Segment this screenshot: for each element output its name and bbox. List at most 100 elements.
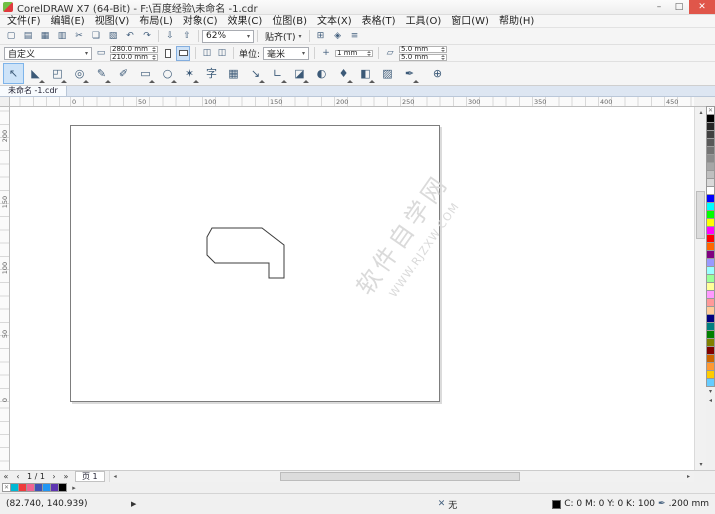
h-ruler-label: 150 <box>270 98 282 106</box>
snap-to-button[interactable]: 贴齐(T) ▾ <box>261 29 306 43</box>
spinner-icon[interactable] <box>152 55 156 60</box>
previous-page-button[interactable]: ‹ <box>12 471 24 483</box>
rectangle-tool[interactable]: ▭ <box>135 63 156 84</box>
application-launcher-icon[interactable]: ⊞ <box>313 29 329 44</box>
ellipse-tool[interactable]: ○ <box>157 63 178 84</box>
spinner-icon[interactable] <box>441 47 445 52</box>
menu-item-2[interactable]: 编辑(E) <box>46 15 90 28</box>
menu-item-6[interactable]: 效果(C) <box>223 15 268 28</box>
horizontal-ruler[interactable]: 050100150200250300350400450 <box>10 97 694 107</box>
spinner-icon[interactable] <box>152 47 156 52</box>
flyout-corner-icon <box>171 77 177 83</box>
options-icon[interactable]: ≡ <box>347 29 363 44</box>
zoom-tool[interactable]: ◎ <box>69 63 90 84</box>
expand-status-icon[interactable]: ▶ <box>131 500 136 508</box>
pick-tool[interactable]: ↖ <box>3 63 24 84</box>
color-swatch[interactable] <box>58 483 67 492</box>
save-icon[interactable]: ▦ <box>37 29 53 44</box>
import-icon[interactable]: ⇩ <box>162 29 178 44</box>
undo-icon[interactable]: ↶ <box>122 29 138 44</box>
copy-icon[interactable]: ❏ <box>88 29 104 44</box>
menu-item-3[interactable]: 视图(V) <box>90 15 135 28</box>
spinner-icon[interactable] <box>441 55 445 60</box>
horizontal-scrollbar[interactable]: ◂ ▸ <box>109 471 694 483</box>
paste-icon[interactable]: ▧ <box>105 29 121 44</box>
smart-fill-tool[interactable]: ▨ <box>377 63 398 84</box>
page-height-field[interactable]: 210.0 mm <box>110 54 158 61</box>
dimension-tool[interactable]: ↘ <box>245 63 266 84</box>
quick-customize-button[interactable]: ⊕ <box>427 63 448 84</box>
menu-item-1[interactable]: 文件(F) <box>2 15 46 28</box>
duplicate-y-field[interactable]: 5.0 mm <box>399 54 447 61</box>
new-document-icon[interactable]: ▢ <box>3 29 19 44</box>
units-combo[interactable]: 毫米 ▾ <box>263 47 309 60</box>
last-page-button[interactable]: » <box>60 471 72 483</box>
welcome-screen-icon[interactable]: ◈ <box>330 29 346 44</box>
connector-tool[interactable]: ∟ <box>267 63 288 84</box>
export-icon[interactable]: ⇧ <box>179 29 195 44</box>
shape-tool[interactable]: ◣ <box>25 63 46 84</box>
next-page-button[interactable]: › <box>48 471 60 483</box>
menu-item-5[interactable]: 对象(C) <box>178 15 223 28</box>
open-icon[interactable]: ▤ <box>20 29 36 44</box>
page-preset-combo[interactable]: 自定义 ▾ <box>4 47 92 60</box>
nudge-distance-field[interactable]: 1 mm <box>335 50 373 57</box>
artistic-media-tool[interactable]: ✐ <box>113 63 134 84</box>
page-tab[interactable]: 页 1 <box>75 471 105 482</box>
file-edit-icon-group: ▢▤▦▥✂❏▧↶↷ <box>3 29 155 44</box>
page-height-value: 210.0 mm <box>112 54 148 60</box>
crop-tool[interactable]: ◰ <box>47 63 68 84</box>
menu-item-4[interactable]: 布局(L) <box>134 15 177 28</box>
spinner-icon[interactable] <box>367 51 371 56</box>
first-page-button[interactable]: « <box>0 471 12 483</box>
horizontal-scrollbar-thumb[interactable] <box>280 472 520 481</box>
palette-expand-button[interactable]: ◂ <box>706 396 715 405</box>
transparency-tool[interactable]: ◐ <box>311 63 332 84</box>
chevron-down-icon: ▾ <box>299 33 302 40</box>
outline-pen-tool[interactable]: ✒ <box>399 63 420 84</box>
polygon-tool[interactable]: ✶ <box>179 63 200 84</box>
vertical-scrollbar-thumb[interactable] <box>696 191 705 239</box>
document-palette-scroll-button[interactable]: ▸ <box>69 484 79 492</box>
drawing-canvas[interactable]: 软件自学网 WWW.RJZXW.COM <box>10 107 694 470</box>
portrait-button[interactable] <box>161 46 175 61</box>
landscape-button[interactable] <box>176 46 190 61</box>
h-ruler-label: 450 <box>666 98 678 106</box>
scroll-right-button[interactable]: ▸ <box>683 471 694 483</box>
text-tool[interactable]: 字 <box>201 63 222 84</box>
page-width-field[interactable]: 280.0 mm <box>110 46 158 53</box>
maximize-button[interactable]: □ <box>669 0 689 14</box>
duplicate-x-field[interactable]: 5.0 mm <box>399 46 447 53</box>
all-pages-icon[interactable]: ◫ <box>201 48 213 58</box>
vertical-scrollbar[interactable]: ▴ ▾ <box>694 107 706 470</box>
interactive-fill-tool[interactable]: ◧ <box>355 63 376 84</box>
document-tab[interactable]: 未命名 -1.cdr <box>0 86 67 96</box>
ruler-origin-corner[interactable] <box>0 97 10 107</box>
freehand-tool[interactable]: ✎ <box>91 63 112 84</box>
drawn-shape[interactable] <box>207 228 284 278</box>
close-button[interactable]: ✕ <box>689 0 715 14</box>
color-swatch[interactable] <box>706 378 715 387</box>
scroll-left-button[interactable]: ◂ <box>110 471 121 483</box>
redo-icon[interactable]: ↷ <box>139 29 155 44</box>
vertical-ruler[interactable]: 200150100500 <box>0 107 10 470</box>
menu-item-10[interactable]: 工具(O) <box>401 15 447 28</box>
document-palette-bar: ✕ ▸ <box>0 482 715 493</box>
palette-scroll-down-button[interactable]: ▾ <box>706 387 715 396</box>
menu-item-9[interactable]: 表格(T) <box>357 15 401 28</box>
cut-icon[interactable]: ✂ <box>71 29 87 44</box>
drop-shadow-tool[interactable]: ◪ <box>289 63 310 84</box>
minimize-button[interactable]: – <box>649 0 669 14</box>
toolbox-tools: ↖◣◰◎✎✐▭○✶字▦↘∟◪◐♦◧▨✒ <box>3 63 420 84</box>
menu-item-7[interactable]: 位图(B) <box>267 15 312 28</box>
menu-item-11[interactable]: 窗口(W) <box>446 15 494 28</box>
current-page-icon[interactable]: ◫ <box>216 48 228 58</box>
units-value: 毫米 <box>267 47 285 60</box>
menu-item-8[interactable]: 文本(X) <box>312 15 357 28</box>
menu-item-12[interactable]: 帮助(H) <box>494 15 539 28</box>
zoom-level-combo[interactable]: 62% ▾ <box>202 30 254 43</box>
document-page[interactable]: 软件自学网 WWW.RJZXW.COM <box>70 125 440 402</box>
color-eyedropper-tool[interactable]: ♦ <box>333 63 354 84</box>
print-icon[interactable]: ▥ <box>54 29 70 44</box>
table-tool[interactable]: ▦ <box>223 63 244 84</box>
